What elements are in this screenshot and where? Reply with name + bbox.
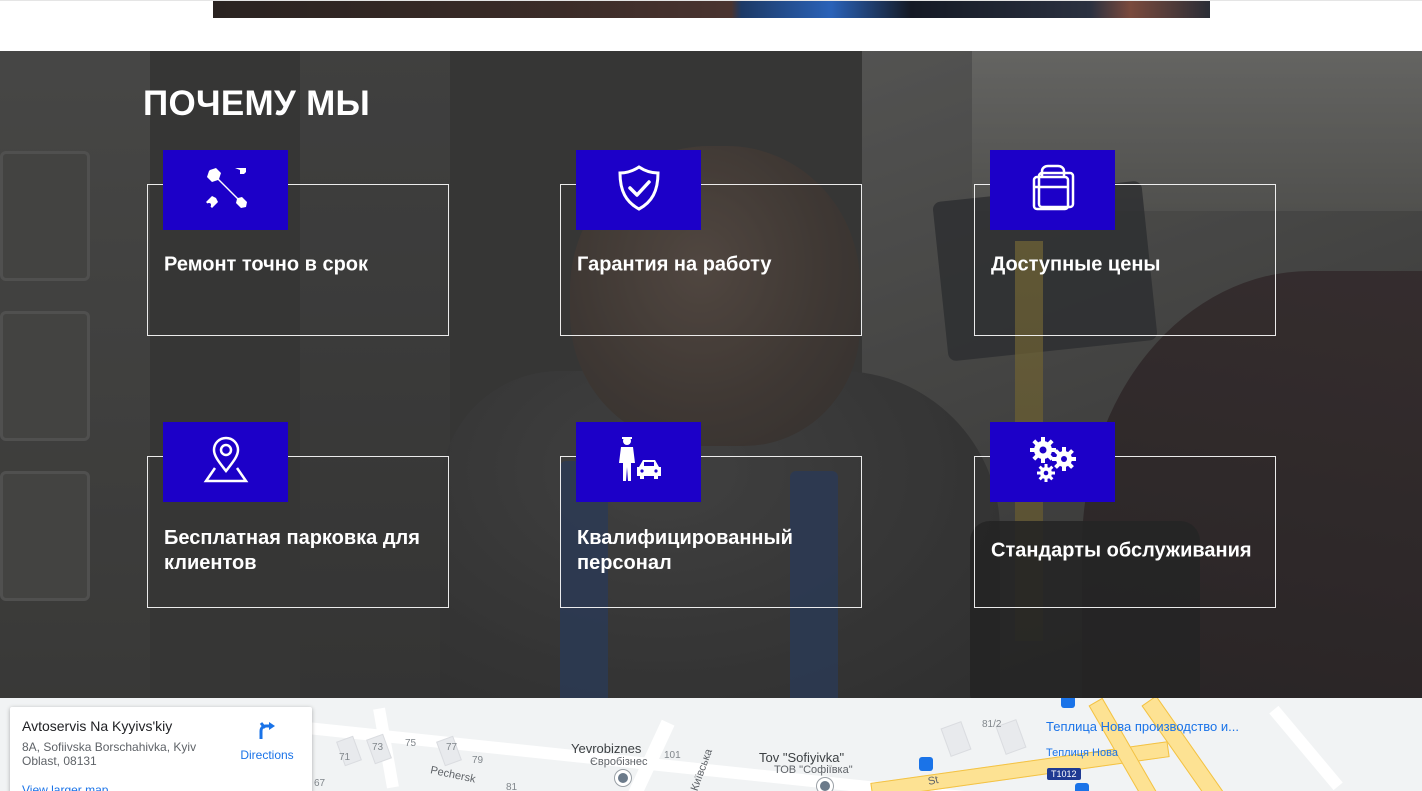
feature-label: Ремонт точно в срок <box>164 253 369 276</box>
map-house-number: 81 <box>506 782 518 791</box>
bus-stop-icon[interactable] <box>1075 783 1089 791</box>
map-marker-icon[interactable] <box>1061 698 1075 708</box>
feature-icon-box <box>576 422 701 502</box>
feature-label: Гарантия на работу <box>577 253 772 276</box>
map-place-label: Євробізнес <box>590 756 648 768</box>
map-street-label: Pechersk <box>429 764 477 786</box>
directions-button[interactable]: Directions <box>232 719 302 762</box>
feature-card-staff: Квалифицированный персонал <box>560 422 862 608</box>
map-street-label: St <box>926 774 940 788</box>
section-title: ПОЧЕМУ МЫ <box>143 84 371 123</box>
map-pin-icon <box>201 435 251 490</box>
feature-card-prices: Доступные цены <box>974 150 1276 336</box>
embedded-map[interactable]: 71 73 75 77 79 101 81/2 67 81 Pechersk К… <box>0 698 1422 791</box>
shield-check-icon <box>614 163 664 218</box>
map-pin-icon[interactable] <box>817 778 833 791</box>
road-shield: T1012 <box>1047 768 1081 780</box>
why-us-section: ПОЧЕМУ МЫ Ремонт точно в срок Гарантия н… <box>0 51 1422 698</box>
tools-icon <box>202 164 250 217</box>
map-house-number: 67 <box>314 778 326 789</box>
feature-card-warranty: Гарантия на работу <box>560 150 862 336</box>
view-larger-map-link[interactable]: View larger map <box>22 783 108 791</box>
map-place-label: Теплица Нова производство и... <box>1046 719 1240 734</box>
bus-stop-icon[interactable] <box>919 757 933 771</box>
map-house-number: 73 <box>372 742 384 753</box>
feature-label: Стандарты обслуживания <box>991 539 1252 562</box>
map-info-card: Avtoservis Na Kyyivs'kiy 8A, Sofiivska B… <box>10 707 312 791</box>
map-place-label: Теплиця Нова <box>1046 747 1118 759</box>
feature-icon-box <box>163 150 288 230</box>
feature-icon-box <box>990 150 1115 230</box>
map-place-label: Yevrobiznes <box>571 741 642 756</box>
feature-icon-box <box>990 422 1115 502</box>
feature-card-on-time: Ремонт точно в срок <box>147 150 449 336</box>
feature-icon-box <box>576 150 701 230</box>
feature-label: Квалифицированный персонал <box>577 527 793 574</box>
page: ПОЧЕМУ МЫ Ремонт точно в срок Гарантия н… <box>0 0 1422 791</box>
feature-label: Доступные цены <box>991 253 1161 276</box>
gears-icon <box>1028 435 1078 490</box>
mechanic-car-icon <box>614 435 664 490</box>
feature-icon-box <box>163 422 288 502</box>
feature-card-standards: Стандарты обслуживания <box>974 422 1276 608</box>
price-tag-icon <box>1028 163 1078 218</box>
map-address: 8A, Sofiivska Borschahivka, Kyiv Oblast,… <box>22 740 197 768</box>
map-house-number: 81/2 <box>982 719 1002 730</box>
feature-card-parking: Бесплатная парковка для клиентов <box>147 422 449 608</box>
map-house-number: 79 <box>472 755 484 766</box>
map-place-label: Tov "Sofiyivka" <box>759 750 845 765</box>
map-house-number: 71 <box>339 752 351 763</box>
map-house-number: 101 <box>664 750 681 761</box>
map-place-label: ТОВ "Софіївка" <box>774 764 853 776</box>
directions-icon <box>256 722 278 745</box>
map-house-number: 75 <box>405 738 417 749</box>
map-pin-icon[interactable] <box>615 770 631 786</box>
top-strip <box>0 0 1422 51</box>
map-place-name: Avtoservis Na Kyyivs'kiy <box>22 718 173 734</box>
top-banner-image <box>213 1 1210 18</box>
directions-label: Directions <box>240 748 294 762</box>
map-house-number: 77 <box>446 742 458 753</box>
feature-label: Бесплатная парковка для клиентов <box>164 527 420 574</box>
